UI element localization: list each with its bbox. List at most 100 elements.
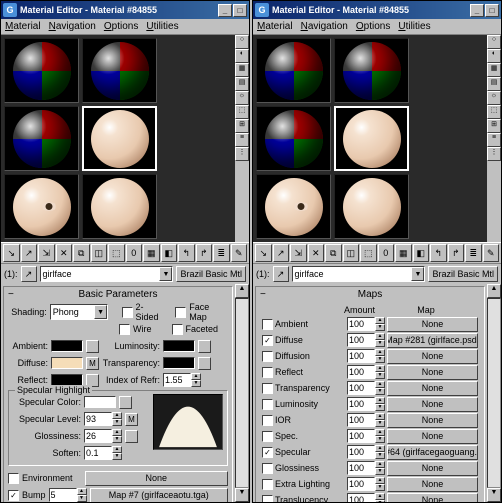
diffuse-map-button[interactable]: M bbox=[86, 357, 99, 370]
sample-slot[interactable] bbox=[256, 38, 331, 103]
minimize-button[interactable]: _ bbox=[218, 4, 232, 17]
show-end-icon[interactable]: ◧ bbox=[161, 244, 178, 262]
slot-tool[interactable]: ⊞ bbox=[487, 119, 501, 133]
show-map-icon[interactable]: ▦ bbox=[143, 244, 160, 262]
sample-slot-selected[interactable] bbox=[334, 106, 409, 171]
bump-checkbox[interactable]: ✓ bbox=[8, 490, 19, 501]
sample-slot[interactable] bbox=[4, 174, 79, 239]
map-enable-checkbox[interactable] bbox=[262, 383, 273, 394]
slot-tool[interactable]: ≡ bbox=[235, 133, 249, 147]
menu-material[interactable]: Material bbox=[257, 21, 293, 32]
slot-tool[interactable]: ☼ bbox=[235, 91, 249, 105]
map-slot-button[interactable] bbox=[86, 340, 99, 353]
sample-slot[interactable] bbox=[256, 174, 331, 239]
go-parent-icon[interactable]: ↰ bbox=[178, 244, 195, 262]
diffuse-swatch[interactable] bbox=[51, 357, 83, 369]
maximize-button[interactable]: □ bbox=[485, 4, 499, 17]
spec-level-map-button[interactable]: M bbox=[125, 413, 138, 426]
menu-navigation[interactable]: Navigation bbox=[301, 21, 348, 32]
bump-map-button[interactable]: Map #7 (girlfaceaotu.tga) bbox=[90, 488, 228, 503]
map-slot-button[interactable] bbox=[125, 430, 138, 443]
panel-scrollbar[interactable]: ▲▼ bbox=[487, 284, 501, 502]
slot-tool[interactable]: ◐ bbox=[235, 49, 249, 63]
sample-slot[interactable] bbox=[82, 174, 157, 239]
make-unique-icon[interactable]: ◫ bbox=[91, 244, 108, 262]
menu-utilities[interactable]: Utilities bbox=[146, 21, 178, 32]
wire-checkbox[interactable] bbox=[119, 324, 130, 335]
slot-tool[interactable]: ☼ bbox=[487, 91, 501, 105]
titlebar[interactable]: G Material Editor - Material #84855 _ □ bbox=[253, 1, 501, 19]
map-amount-spinner[interactable]: ▲▼ bbox=[347, 445, 385, 459]
go-sibling-icon[interactable]: ↱ bbox=[196, 244, 213, 262]
map-slot-button[interactable]: None bbox=[387, 381, 478, 396]
go-sibling-icon[interactable]: ↱ bbox=[448, 244, 465, 262]
map-amount-spinner[interactable]: ▲▼ bbox=[347, 365, 385, 379]
map-slot-button[interactable]: None bbox=[387, 365, 478, 380]
map-amount-spinner[interactable]: ▲▼ bbox=[347, 429, 385, 443]
map-enable-checkbox[interactable] bbox=[262, 351, 273, 362]
reset-icon[interactable]: ✕ bbox=[308, 244, 325, 262]
map-slot-button[interactable]: None bbox=[387, 413, 478, 428]
panel-title[interactable]: Basic Parameters bbox=[4, 287, 232, 302]
map-slot-button[interactable]: None bbox=[387, 397, 478, 412]
luminosity-swatch[interactable] bbox=[163, 340, 195, 352]
environment-map-button[interactable]: None bbox=[85, 471, 228, 486]
map-enable-checkbox[interactable] bbox=[262, 479, 273, 490]
map-slot-button[interactable]: None bbox=[387, 477, 478, 492]
map-amount-spinner[interactable]: ▲▼ bbox=[347, 477, 385, 491]
pick-from-object-icon[interactable]: ↗ bbox=[273, 266, 289, 282]
map-amount-spinner[interactable]: ▲▼ bbox=[347, 317, 385, 331]
pick-icon[interactable]: ✎ bbox=[483, 244, 500, 262]
map-enable-checkbox[interactable] bbox=[262, 463, 273, 474]
map-slot-button[interactable] bbox=[198, 340, 211, 353]
map-slot-button[interactable]: ap #64 (girlfacegaoguang.tga) bbox=[387, 445, 478, 460]
slot-tool[interactable]: ⬚ bbox=[235, 105, 249, 119]
map-slot-button[interactable]: None bbox=[387, 493, 478, 503]
put-material-icon[interactable]: ↗ bbox=[273, 244, 290, 262]
get-material-icon[interactable]: ↘ bbox=[255, 244, 272, 262]
slot-tool[interactable]: ≡ bbox=[487, 133, 501, 147]
map-enable-checkbox[interactable] bbox=[262, 367, 273, 378]
navigator-icon[interactable]: ≣ bbox=[213, 244, 230, 262]
put-library-icon[interactable]: ⬚ bbox=[360, 244, 377, 262]
menu-material[interactable]: Material bbox=[5, 21, 41, 32]
twosided-checkbox[interactable] bbox=[122, 307, 133, 318]
show-map-icon[interactable]: ▦ bbox=[395, 244, 412, 262]
slot-tool[interactable]: ◐ bbox=[487, 49, 501, 63]
pick-from-object-icon[interactable]: ↗ bbox=[21, 266, 37, 282]
slot-tool[interactable]: ▦ bbox=[235, 63, 249, 77]
sample-slot[interactable] bbox=[4, 38, 79, 103]
menu-utilities[interactable]: Utilities bbox=[398, 21, 430, 32]
map-amount-spinner[interactable]: ▲▼ bbox=[347, 413, 385, 427]
map-slot-button[interactable]: None bbox=[387, 461, 478, 476]
map-enable-checkbox[interactable]: ✓ bbox=[262, 447, 273, 458]
sample-slot[interactable] bbox=[334, 38, 409, 103]
map-enable-checkbox[interactable] bbox=[262, 319, 273, 330]
map-enable-checkbox[interactable] bbox=[262, 415, 273, 426]
sample-slot[interactable] bbox=[82, 38, 157, 103]
make-copy-icon[interactable]: ⧉ bbox=[325, 244, 342, 262]
pick-icon[interactable]: ✎ bbox=[231, 244, 248, 262]
map-enable-checkbox[interactable]: ✓ bbox=[262, 335, 273, 346]
sample-slot[interactable] bbox=[4, 106, 79, 171]
assign-icon[interactable]: ⇲ bbox=[290, 244, 307, 262]
minimize-button[interactable]: _ bbox=[470, 4, 484, 17]
map-amount-spinner[interactable]: ▲▼ bbox=[347, 493, 385, 502]
slot-tool[interactable]: ⬚ bbox=[487, 105, 501, 119]
get-material-icon[interactable]: ↘ bbox=[3, 244, 20, 262]
dropdown-arrow-icon[interactable]: ▼ bbox=[159, 267, 172, 281]
put-material-icon[interactable]: ↗ bbox=[21, 244, 38, 262]
map-amount-spinner[interactable]: ▲▼ bbox=[347, 333, 385, 347]
environment-checkbox[interactable] bbox=[8, 473, 19, 484]
transparency-swatch[interactable] bbox=[163, 357, 195, 369]
put-library-icon[interactable]: ⬚ bbox=[108, 244, 125, 262]
assign-icon[interactable]: ⇲ bbox=[38, 244, 55, 262]
map-amount-spinner[interactable]: ▲▼ bbox=[347, 381, 385, 395]
menu-navigation[interactable]: Navigation bbox=[49, 21, 96, 32]
material-name-input[interactable]: girlface▼ bbox=[40, 266, 174, 282]
make-unique-icon[interactable]: ◫ bbox=[343, 244, 360, 262]
slot-tool[interactable]: ○ bbox=[487, 35, 501, 49]
map-enable-checkbox[interactable] bbox=[262, 495, 273, 503]
material-type-button[interactable]: Brazil Basic Mtl bbox=[428, 266, 498, 282]
bump-amount-spinner[interactable]: ▲▼ bbox=[49, 488, 87, 502]
